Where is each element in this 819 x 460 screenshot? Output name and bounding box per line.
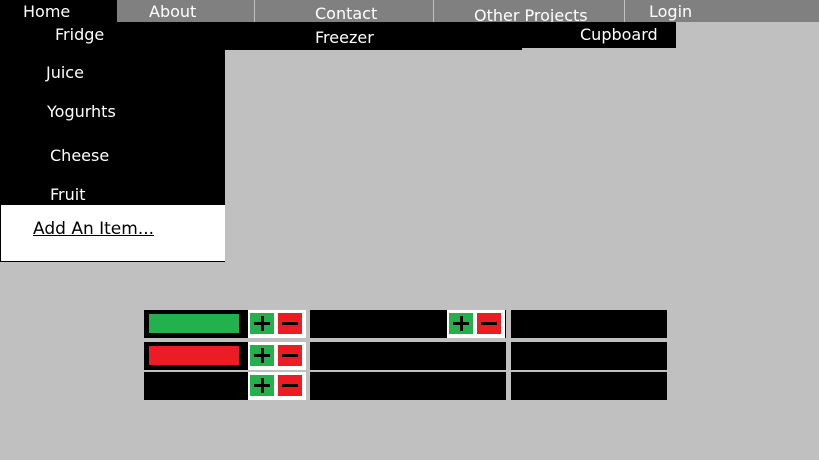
minus-icon (282, 322, 298, 325)
nav-tab-other-projects-label: Other Projects (474, 6, 588, 23)
minus-icon (282, 384, 298, 387)
category-cupboard[interactable]: Cupboard (522, 22, 676, 48)
decrease-button[interactable] (278, 313, 302, 334)
nav-tab-home-label: Home (23, 2, 71, 21)
minus-icon (481, 322, 497, 325)
category-fridge[interactable]: Fridge (0, 22, 225, 46)
increase-button[interactable] (449, 313, 473, 334)
decrease-button[interactable] (477, 313, 501, 334)
item-cell-r3-c2 (310, 372, 506, 400)
fridge-menu-item-juice[interactable]: Juice (46, 65, 84, 81)
item-cell-r2-c2 (310, 342, 506, 370)
nav-tab-contact-label: Contact (315, 4, 378, 22)
category-cupboard-label: Cupboard (580, 25, 658, 44)
fridge-menu-item-yogurhts[interactable]: Yogurhts (47, 104, 116, 120)
nav-tab-about-label: About (149, 2, 197, 21)
nav-tab-about[interactable]: About (117, 0, 254, 22)
item-cell-r1-c2 (310, 310, 506, 338)
increase-button[interactable] (250, 313, 274, 334)
add-item-panel: Add An Item... (0, 205, 225, 262)
category-freezer[interactable]: Freezer (225, 22, 522, 50)
quantity-controls (248, 310, 306, 338)
quantity-controls (248, 342, 306, 370)
nav-tab-contact[interactable]: Contact (255, 0, 433, 22)
increase-button[interactable] (250, 375, 274, 396)
decrease-button[interactable] (278, 375, 302, 396)
nav-tab-login-label: Login (649, 2, 693, 21)
quantity-controls (248, 372, 306, 400)
decrease-button[interactable] (278, 345, 302, 366)
quantity-controls (447, 310, 505, 338)
item-cell-r3-c3 (511, 372, 667, 400)
nav-tab-home[interactable]: Home (0, 0, 117, 22)
nav-tab-login[interactable]: Login (625, 0, 819, 22)
category-fridge-label: Fridge (55, 25, 105, 44)
item-cell-r3-c1 (144, 372, 306, 400)
fridge-menu-item-fruit[interactable]: Fruit (50, 187, 85, 203)
item-cell-r2-c1 (144, 342, 306, 370)
fridge-menu-item-cheese[interactable]: Cheese (50, 148, 109, 164)
category-freezer-label: Freezer (315, 28, 374, 47)
fridge-dropdown-menu: Juice Yogurhts Cheese Fruit (0, 22, 225, 205)
item-cell-r2-c3 (511, 342, 667, 370)
minus-icon (282, 354, 298, 357)
item-cell-r1-c3 (511, 310, 667, 338)
add-item-link[interactable]: Add An Item... (33, 219, 154, 239)
item-cell-r1-c1 (144, 310, 306, 338)
nav-tab-other-projects[interactable]: Other Projects (434, 0, 624, 22)
increase-button[interactable] (250, 345, 274, 366)
item-level-bar-green (149, 314, 239, 333)
item-level-bar-red (149, 346, 239, 365)
